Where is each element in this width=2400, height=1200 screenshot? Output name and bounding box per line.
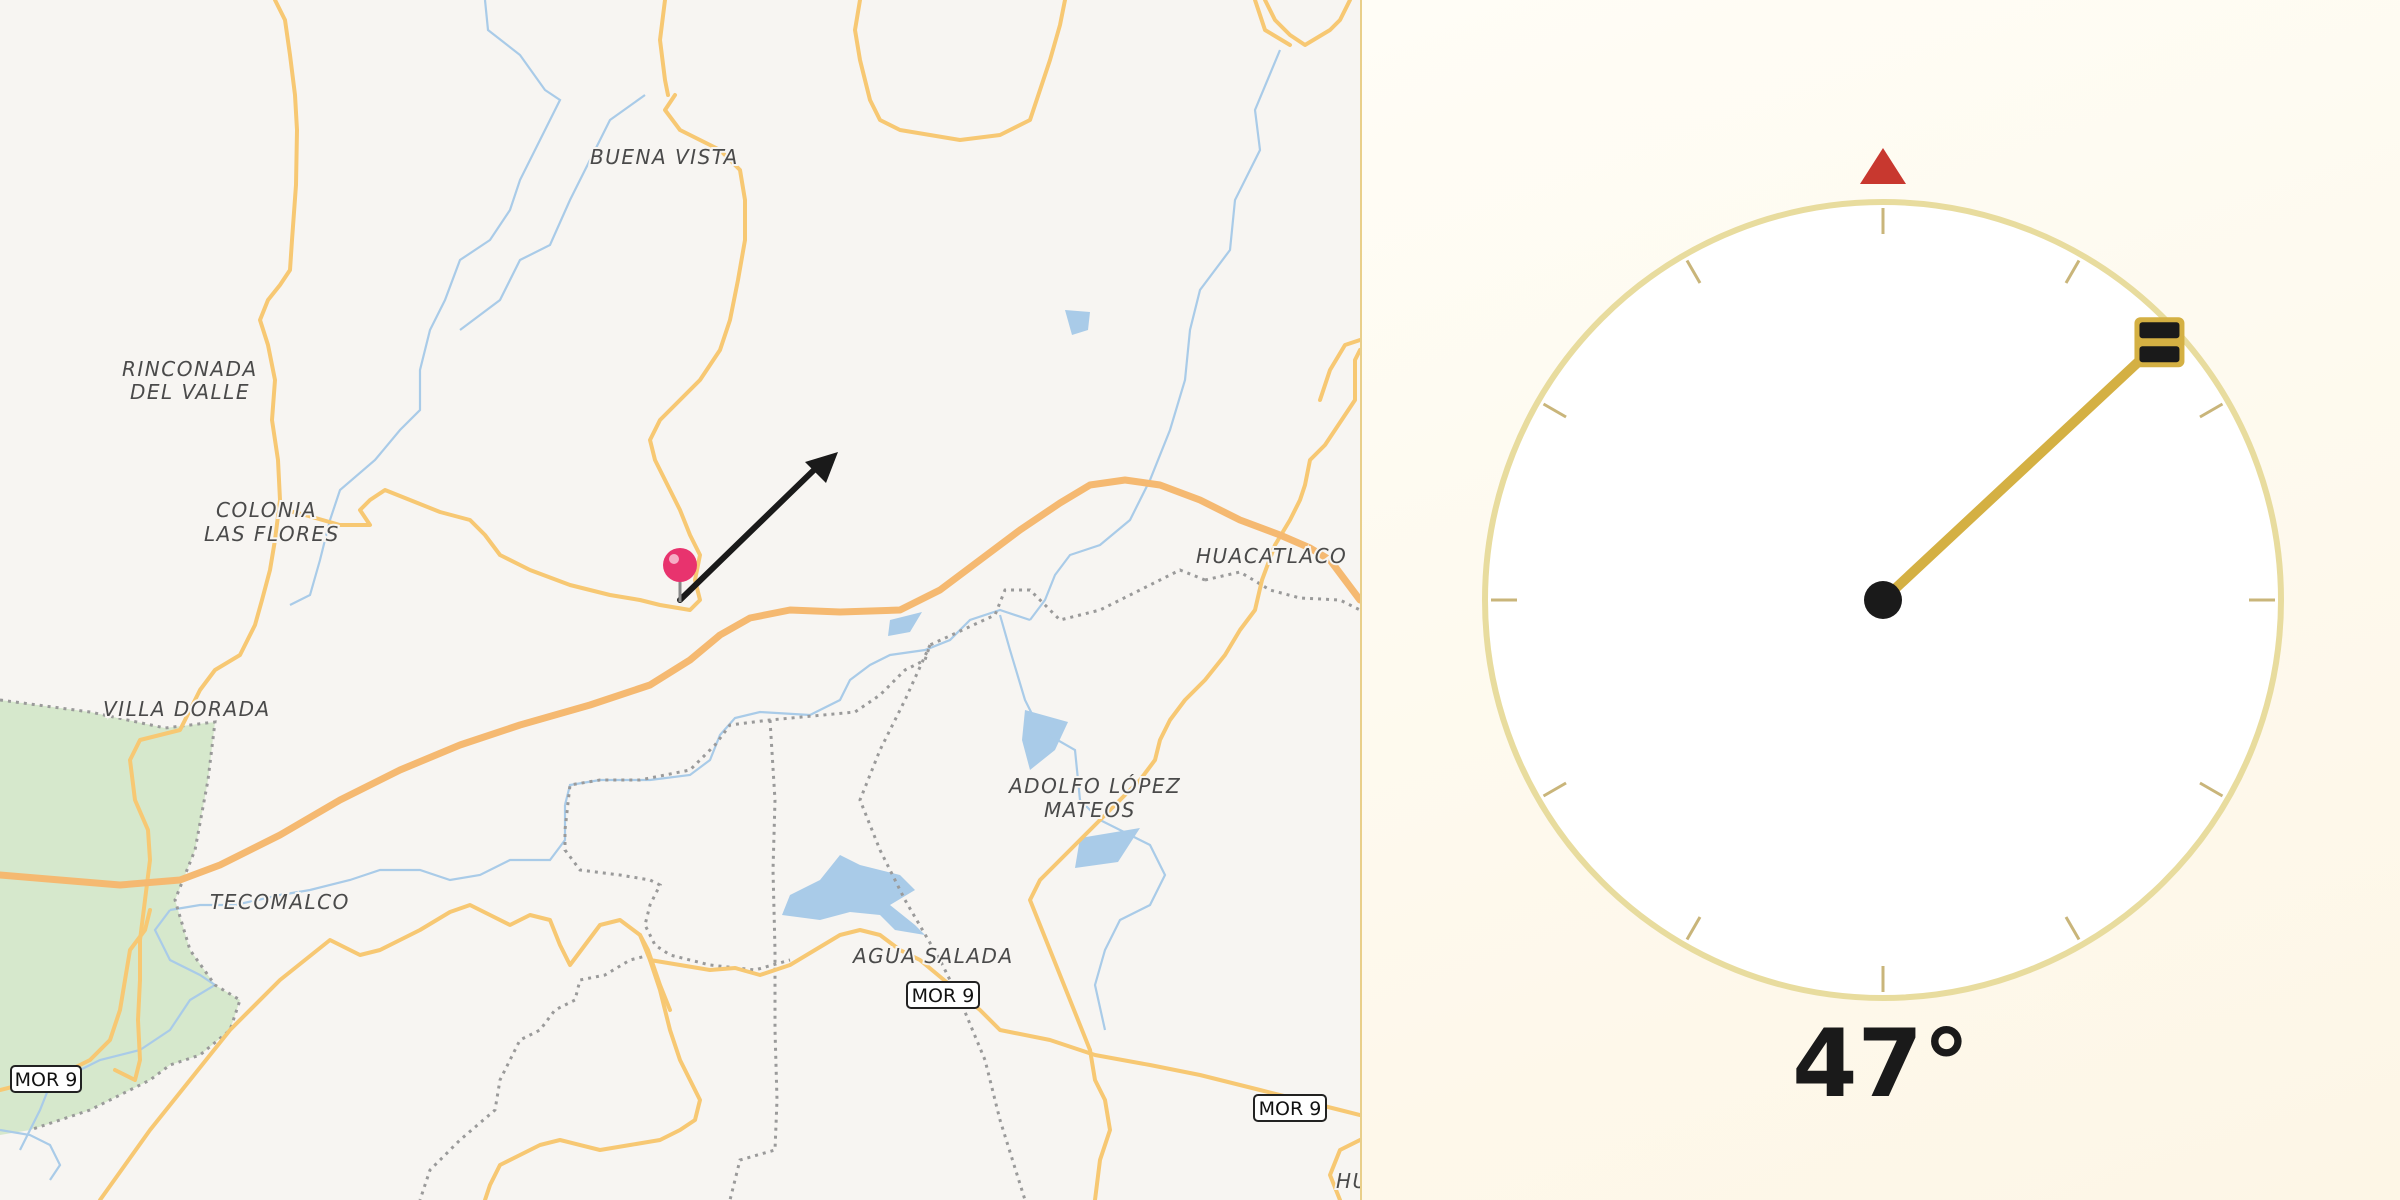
road-shield-east: MOR 9	[1253, 1094, 1327, 1122]
heading-readout: 47°	[1792, 1010, 1970, 1119]
location-pin-icon[interactable]	[663, 548, 697, 602]
road-shield-west: MOR 9	[10, 1065, 82, 1093]
map-view[interactable]: BUENA VISTA RINCONADA DEL VALLE COLONIA …	[0, 0, 1362, 1200]
needle-handle[interactable]	[2134, 317, 2185, 368]
lake	[888, 612, 922, 636]
place-label-colonia: COLONIA	[216, 498, 317, 522]
place-label-colonia-2: LAS FLORES	[204, 522, 340, 546]
map-canvas[interactable]: BUENA VISTA RINCONADA DEL VALLE COLONIA …	[0, 0, 1360, 1200]
place-label-tecomalco: TECOMALCO	[210, 890, 350, 914]
lake	[1022, 710, 1068, 770]
place-label-rinconada-2: DEL VALLE	[130, 380, 250, 404]
place-label-partial: HU	[1336, 1169, 1360, 1193]
svg-text:MOR 9: MOR 9	[912, 985, 975, 1007]
north-triangle-icon	[1860, 148, 1906, 184]
place-label-buena-vista: BUENA VISTA	[590, 145, 739, 169]
heading-arrow-icon	[677, 452, 838, 603]
lake	[1065, 310, 1090, 335]
road-shield-center: MOR 9	[906, 981, 980, 1009]
needle-pivot	[1864, 581, 1902, 619]
place-label-huacatlaco: HUACATLACO	[1196, 544, 1347, 568]
place-label-rinconada: RINCONADA	[122, 357, 258, 381]
place-label-villa-dorada: VILLA DORADA	[103, 697, 271, 721]
svg-text:MOR 9: MOR 9	[15, 1069, 78, 1091]
place-label-adolfo-lopez: ADOLFO LÓPEZ	[1007, 774, 1181, 798]
compass-panel: 47°	[1362, 0, 2400, 1200]
place-label-adolfo-mateos: MATEOS	[1044, 798, 1136, 822]
svg-text:MOR 9: MOR 9	[1259, 1098, 1322, 1120]
place-label-agua-salada: AGUA SALADA	[851, 944, 1014, 968]
